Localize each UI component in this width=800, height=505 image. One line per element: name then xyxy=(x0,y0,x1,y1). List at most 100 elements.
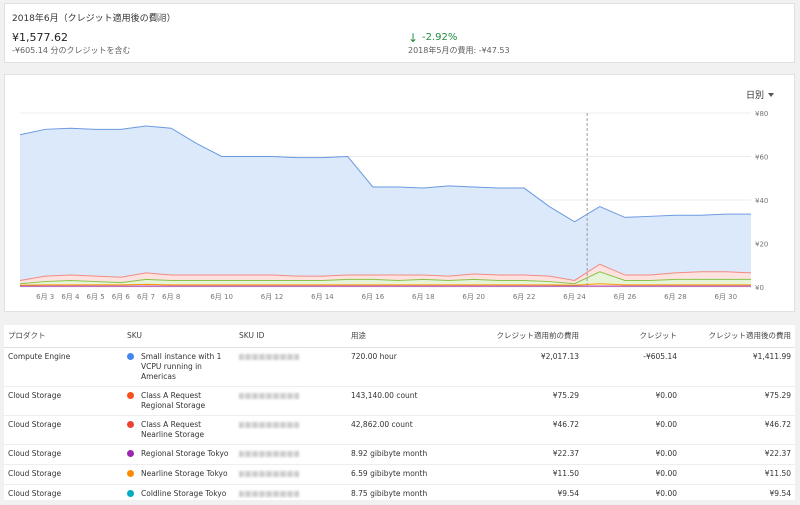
credits-cell: ¥0.00 xyxy=(583,386,681,416)
cost-after-credits-cell: ¥11.50 xyxy=(681,464,795,485)
sku-name: Nearline Storage Tokyo xyxy=(141,468,228,478)
x-tick-label: 6月 7 xyxy=(137,293,155,301)
header-usage[interactable]: 用途 xyxy=(347,325,457,348)
series-color-dot xyxy=(127,391,134,399)
x-tick-label: 6月 16 xyxy=(362,293,385,301)
previous-month-cost: 2018年5月の費用: -¥47.53 xyxy=(408,46,510,55)
table-row: Cloud Storage Nearline Storage Tokyo 6.59 … xyxy=(4,464,795,485)
sku-cell: Coldline Storage Tokyo xyxy=(123,484,235,505)
sku-cell: Class A Request Regional Storage xyxy=(123,386,235,416)
sku-id-cell xyxy=(235,386,347,416)
sku-cell: Regional Storage Tokyo xyxy=(123,444,235,465)
table-header-row: プロダクト SKU SKU ID 用途 クレジット適用前の費用 クレジット クレ… xyxy=(4,325,795,348)
credits-cell: ¥0.00 xyxy=(583,444,681,465)
sku-name: Class A Request Nearline Storage xyxy=(141,419,205,439)
series-color-dot xyxy=(127,352,134,360)
redacted-sku-id xyxy=(239,450,299,457)
product-cell: Cloud Storage xyxy=(4,484,123,505)
series-color-dot xyxy=(127,469,134,477)
summary-title: 2018年6月（クレジット適用後の費用） xyxy=(12,14,176,24)
sku-table: プロダクト SKU SKU ID 用途 クレジット適用前の費用 クレジット クレ… xyxy=(4,325,795,505)
cost-before-credits-cell: ¥11.50 xyxy=(457,464,583,485)
table-row: Compute Engine Small instance with 1 VCPU… xyxy=(4,347,795,387)
cost-before-credits-cell: ¥2,017.13 xyxy=(457,347,583,387)
sku-name: Regional Storage Tokyo xyxy=(141,448,229,458)
x-tick-label: 6月 30 xyxy=(714,293,737,301)
header-sku[interactable]: SKU xyxy=(123,325,235,348)
sku-name: Coldline Storage Tokyo xyxy=(141,488,227,498)
table-row: Cloud Storage Coldline Storage Tokyo 8.75 … xyxy=(4,484,795,505)
header-product[interactable]: プロダクト xyxy=(4,325,123,348)
cost-change-percent: -2.92% xyxy=(422,32,458,43)
x-tick-label: 6月 8 xyxy=(162,293,180,301)
x-tick-label: 6月 18 xyxy=(412,293,435,301)
x-tick-label: 6月 4 xyxy=(61,293,80,301)
sku-cell: Nearline Storage Tokyo xyxy=(123,464,235,485)
x-tick-label: 6月 26 xyxy=(614,293,637,301)
cost-chart-card: 日別 ¥0 ¥20 ¥40 ¥60 ¥80 6月 3 6月 4 6月 5 6月 6 6月 7 6月 … xyxy=(4,74,795,312)
table-row: Cloud Storage Regional Storage Tokyo 8.92 … xyxy=(4,444,795,465)
y-tick-label: ¥60 xyxy=(755,154,768,162)
header-cost-before-credits[interactable]: クレジット適用前の費用 xyxy=(457,325,583,348)
sku-id-cell xyxy=(235,444,347,465)
redacted-sku-id xyxy=(239,421,299,428)
x-tick-label: 6月 10 xyxy=(210,293,233,301)
product-cell: Compute Engine xyxy=(4,347,123,387)
header-cost-after-credits[interactable]: クレジット適用後の費用 xyxy=(681,325,795,348)
usage-cell: 6.59 gibibyte month xyxy=(347,464,457,485)
sku-id-cell xyxy=(235,347,347,387)
usage-cell: 8.92 gibibyte month xyxy=(347,444,457,465)
x-tick-label: 6月 6 xyxy=(112,293,131,301)
usage-cell: 720.00 hour xyxy=(347,347,457,387)
cost-summary-card: 2018年6月（クレジット適用後の費用） ? ¥1,577.62 -¥605.1… xyxy=(4,3,795,63)
cost-before-credits-cell: ¥75.29 xyxy=(457,386,583,416)
y-tick-label: ¥40 xyxy=(755,197,768,205)
x-tick-label: 6月 3 xyxy=(36,293,54,301)
series-color-dot xyxy=(127,449,134,457)
y-tick-label: ¥80 xyxy=(755,110,768,118)
help-icon[interactable]: ? xyxy=(155,13,163,21)
table-row: Cloud Storage Class A Request Regional St… xyxy=(4,386,795,416)
sku-id-cell xyxy=(235,464,347,485)
x-tick-label: 6月 28 xyxy=(664,293,687,301)
redacted-sku-id xyxy=(239,392,299,399)
x-tick-label: 6月 14 xyxy=(311,293,334,301)
sku-table-card: プロダクト SKU SKU ID 用途 クレジット適用前の費用 クレジット クレ… xyxy=(4,325,795,505)
x-tick-label: 6月 5 xyxy=(87,293,105,301)
x-tick-label: 6月 22 xyxy=(513,293,536,301)
redacted-sku-id xyxy=(239,470,299,477)
total-cost: ¥1,577.62 xyxy=(12,31,68,44)
credit-note: -¥605.14 分のクレジットを含む xyxy=(12,46,131,55)
x-tick-label: 6月 24 xyxy=(563,293,586,301)
product-cell: Cloud Storage xyxy=(4,386,123,416)
sku-id-cell xyxy=(235,484,347,505)
cost-after-credits-cell: ¥22.37 xyxy=(681,444,795,465)
usage-cell: 143,140.00 count xyxy=(347,386,457,416)
product-cell: Cloud Storage xyxy=(4,464,123,485)
sku-id-cell xyxy=(235,415,347,445)
product-cell: Cloud Storage xyxy=(4,444,123,465)
cost-before-credits-cell: ¥22.37 xyxy=(457,444,583,465)
product-cell: Cloud Storage xyxy=(4,415,123,445)
header-credits[interactable]: クレジット xyxy=(583,325,681,348)
cost-before-credits-cell: ¥9.54 xyxy=(457,484,583,505)
cost-after-credits-cell: ¥1,411.99 xyxy=(681,347,795,387)
x-tick-label: 6月 12 xyxy=(261,293,284,301)
redacted-sku-id xyxy=(239,353,299,360)
arrow-down-icon: ↓ xyxy=(408,31,419,45)
usage-cell: 8.75 gibibyte month xyxy=(347,484,457,505)
redacted-sku-id xyxy=(239,490,299,497)
credits-cell: ¥0.00 xyxy=(583,464,681,485)
cost-after-credits-cell: ¥75.29 xyxy=(681,386,795,416)
credits-cell: -¥605.14 xyxy=(583,347,681,387)
cost-area-chart: ¥0 ¥20 ¥40 ¥60 ¥80 6月 3 6月 4 6月 5 6月 6 6月 7 6月 8 6月… xyxy=(19,110,768,301)
sku-cell: Small instance with 1 VCPU running in Am… xyxy=(123,347,235,387)
header-sku-id[interactable]: SKU ID xyxy=(235,325,347,348)
sku-cell: Class A Request Nearline Storage xyxy=(123,415,235,445)
table-row: Cloud Storage Class A Request Nearline St… xyxy=(4,415,795,445)
series-color-dot xyxy=(127,420,134,428)
x-tick-label: 6月 20 xyxy=(462,293,485,301)
cost-before-credits-cell: ¥46.72 xyxy=(457,415,583,445)
cost-after-credits-cell: ¥46.72 xyxy=(681,415,795,445)
credits-cell: ¥0.00 xyxy=(583,484,681,505)
